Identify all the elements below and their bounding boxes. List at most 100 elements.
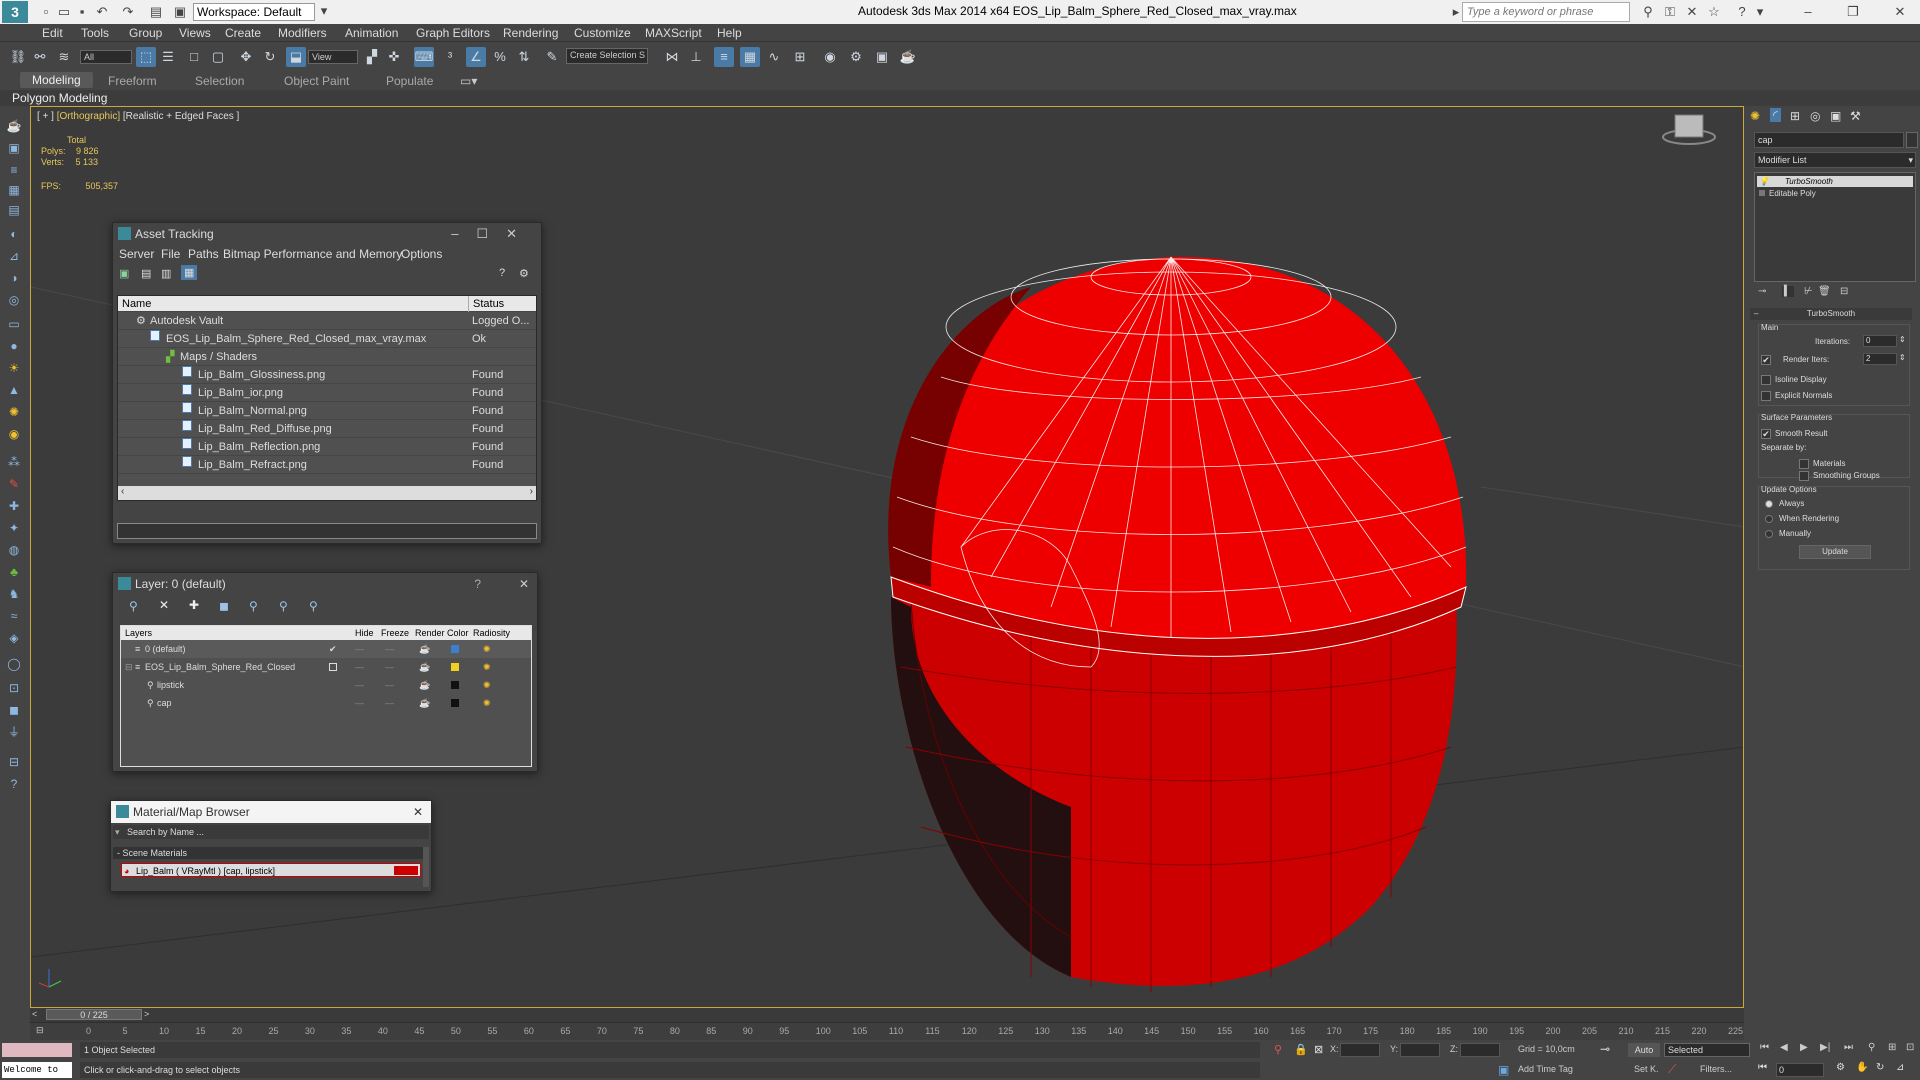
box-icon[interactable]: ▤ xyxy=(6,202,22,218)
hide-all-icon[interactable]: ⚲ xyxy=(279,599,288,613)
render-teapot-icon[interactable]: ☕ xyxy=(419,658,430,676)
menu-views[interactable]: Views xyxy=(179,26,211,40)
next-frame-icon[interactable]: ▶| xyxy=(1820,1042,1830,1053)
motion-icon[interactable]: ◎ xyxy=(6,292,22,308)
asset-row[interactable]: Lip_Balm_Reflection.png Found xyxy=(118,438,536,456)
curve-editor-icon[interactable]: ∿ xyxy=(764,47,784,67)
layer-titlebar[interactable]: Layer: 0 (default) ? ✕ xyxy=(113,573,537,595)
polygon-modeling-bar[interactable]: Polygon Modeling xyxy=(0,90,1920,106)
save-icon[interactable]: ▪ xyxy=(74,4,90,20)
at-table-icon[interactable]: ▦ xyxy=(181,265,198,280)
tree-icon[interactable]: ♣ xyxy=(6,564,22,580)
bone-icon[interactable]: ✚ xyxy=(6,498,22,514)
pan-icon[interactable]: ✋ xyxy=(1856,1062,1868,1073)
at-list-icon[interactable]: ▤ xyxy=(141,267,151,280)
orbit-icon[interactable]: ↻ xyxy=(1876,1062,1884,1073)
rollout-header[interactable]: – TurboSmooth xyxy=(1750,308,1912,320)
scale-icon[interactable]: ⬓ xyxy=(286,47,306,67)
radiosity-icon[interactable]: ✺ xyxy=(483,658,491,676)
menu-tools[interactable]: Tools xyxy=(81,26,109,40)
spinner-arrows-icon[interactable]: ⇕ xyxy=(1899,335,1906,344)
render-production-icon[interactable]: ☕ xyxy=(898,47,918,67)
scene-icon[interactable]: ◼ xyxy=(6,702,22,718)
at-menu-bitmap[interactable]: Bitmap Performance and Memory xyxy=(223,247,402,261)
edit-named-sets-icon[interactable]: ✎ xyxy=(542,47,562,67)
always-radio[interactable] xyxy=(1765,499,1777,508)
workspace-dropdown[interactable]: Workspace: Default xyxy=(193,3,315,21)
key-set-dropdown[interactable]: Selected xyxy=(1664,1043,1750,1057)
brush-icon[interactable]: ✎ xyxy=(6,476,22,492)
remove-modifier-icon[interactable]: 🗑 xyxy=(1818,286,1831,297)
time-slider[interactable]: < 0 / 225 > xyxy=(30,1008,1744,1022)
hide-toggle[interactable]: — xyxy=(355,676,364,694)
minimize-icon[interactable]: – xyxy=(1800,4,1816,20)
prev-frame-icon[interactable]: ◀ xyxy=(1780,1042,1788,1053)
create-layer-icon[interactable]: ⚲ xyxy=(129,599,138,613)
material-item[interactable]: ◕ Lip_Balm ( VRayMtl ) [cap, lipstick] xyxy=(121,863,421,877)
layer-color-swatch[interactable] xyxy=(451,645,459,653)
col-color[interactable]: Color xyxy=(447,626,469,640)
open-file-icon[interactable]: ▭ xyxy=(56,4,72,20)
set-key-button[interactable]: Set K. xyxy=(1634,1064,1659,1074)
hide-toggle[interactable]: — xyxy=(355,694,364,712)
asset-row[interactable]: ⚙ Autodesk Vault Logged O... xyxy=(118,312,536,330)
globe-icon[interactable]: ◍ xyxy=(6,542,22,558)
col-freeze[interactable]: Freeze xyxy=(381,626,409,640)
at-menu-file[interactable]: File xyxy=(161,247,180,261)
help-icon[interactable]: ? xyxy=(1734,4,1750,20)
delete-layer-icon[interactable]: ✕ xyxy=(159,598,169,612)
tab-freeform[interactable]: Freeform xyxy=(108,74,157,88)
auto-key-button[interactable]: Auto xyxy=(1628,1043,1660,1057)
sun-icon[interactable]: ✺ xyxy=(6,404,22,420)
time-next-icon[interactable]: > xyxy=(144,1009,149,1019)
set-key-icon[interactable]: ⊸ xyxy=(1600,1042,1610,1056)
y-coord-input[interactable] xyxy=(1400,1043,1440,1057)
keyword-search-input[interactable]: Type a keyword or phrase xyxy=(1462,2,1630,22)
polygon-modeling-label[interactable]: Polygon Modeling xyxy=(12,91,107,105)
lock-selection-icon[interactable]: 🔒 xyxy=(1294,1043,1308,1056)
new-file-icon[interactable]: ▫ xyxy=(38,4,54,20)
at-menu-options[interactable]: Options xyxy=(401,247,442,261)
camera-icon[interactable]: ◐ xyxy=(6,226,22,242)
radiosity-icon[interactable]: ✺ xyxy=(483,694,491,712)
named-selection-dropdown[interactable]: Create Selection S xyxy=(566,48,648,64)
plane-icon[interactable]: ▭ xyxy=(6,316,22,332)
select-manipulate-icon[interactable]: ✜ xyxy=(384,47,404,67)
teapot-icon[interactable]: ☕ xyxy=(6,118,22,134)
snap-icon[interactable]: ⊿ xyxy=(6,248,22,264)
asset-row[interactable]: Lip_Balm_Red_Diffuse.png Found xyxy=(118,420,536,438)
show-end-result-icon[interactable]: ▍ xyxy=(1782,286,1794,297)
hierarchy-tab-icon[interactable]: ⊞ xyxy=(1790,109,1800,123)
freeze-all-icon[interactable]: ⚲ xyxy=(309,599,318,613)
bind-space-warp-icon[interactable]: ≋ xyxy=(54,47,74,67)
question-icon[interactable]: ? xyxy=(6,776,22,792)
mirror-icon[interactable]: ⋈ xyxy=(662,47,682,67)
tab-selection[interactable]: Selection xyxy=(195,74,244,88)
iterations-spinner[interactable]: 0 xyxy=(1863,335,1897,347)
unlink-icon[interactable]: ⚯ xyxy=(30,47,50,67)
add-to-layer-icon[interactable]: ✚ xyxy=(189,598,199,612)
window-crossing-icon[interactable]: ▢ xyxy=(208,47,228,67)
rotate-icon[interactable]: ↻ xyxy=(260,47,280,67)
binoculars-icon[interactable]: ⚲ xyxy=(1640,4,1656,20)
asset-row[interactable]: Lip_Balm_Glossiness.png Found xyxy=(118,366,536,384)
smooth-result-checkbox[interactable]: ✔ xyxy=(1761,429,1775,439)
material-browser-titlebar[interactable]: Material/Map Browser ✕ xyxy=(111,801,431,823)
sphere-icon[interactable]: ● xyxy=(6,338,22,354)
render-iters-checkbox[interactable]: ✔ xyxy=(1761,355,1775,365)
mini-curve-editor-icon[interactable]: ⊟ xyxy=(36,1025,44,1036)
cone-icon[interactable]: ▲ xyxy=(6,382,22,398)
asset-tracking-titlebar[interactable]: Asset Tracking –☐✕ xyxy=(113,223,541,245)
isoline-checkbox[interactable] xyxy=(1761,375,1775,385)
at-menu-paths[interactable]: Paths xyxy=(188,247,219,261)
materials-checkbox[interactable] xyxy=(1799,459,1813,469)
hair-icon[interactable]: ≈ xyxy=(6,608,22,624)
select-object-icon[interactable]: ⬚ xyxy=(136,47,156,67)
set-current-box[interactable] xyxy=(329,663,337,671)
tab-populate[interactable]: Populate xyxy=(386,74,433,88)
menu-customize[interactable]: Customize xyxy=(574,26,631,40)
rendered-frame-icon[interactable]: ▣ xyxy=(872,47,892,67)
render-icon[interactable]: ▣ xyxy=(6,140,22,156)
configure-sets-icon[interactable]: ⊟ xyxy=(1840,286,1848,297)
make-unique-icon[interactable]: ⊬ xyxy=(1804,286,1813,297)
